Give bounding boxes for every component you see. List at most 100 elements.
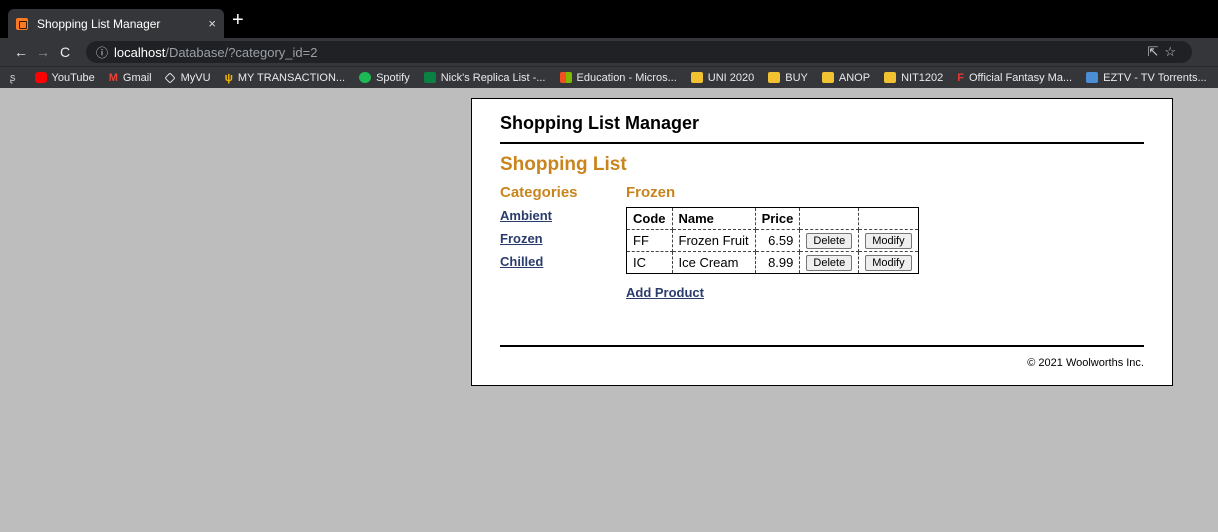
folder-icon <box>768 72 781 83</box>
category-item: Ambient <box>500 207 626 225</box>
category-list: Ambient Frozen Chilled <box>500 207 626 271</box>
bookmark-label: MyVU <box>180 71 211 84</box>
column-header-modify <box>858 207 919 230</box>
bookmark-label: Gmail <box>122 71 152 84</box>
forward-arrow-icon[interactable]: → <box>32 44 54 60</box>
bookmark-label: BUY <box>785 71 808 84</box>
spotify-icon <box>359 72 372 83</box>
modify-cell: Modify <box>859 252 918 274</box>
bookmark-item[interactable]: UNI 2020 <box>690 71 755 84</box>
table-header-row: Code Name Price <box>626 207 919 230</box>
site-info-icon[interactable]: ⓘ <box>96 44 108 61</box>
reload-icon[interactable]: C <box>54 44 76 60</box>
bookmark-label: Official Fantasy Ma... <box>969 71 1073 84</box>
bookmark-label: Nick's Replica List -... <box>440 71 546 84</box>
bookmark-item[interactable]: ANOP <box>821 71 871 84</box>
column-header-code: Code <box>626 207 673 230</box>
bookmark-item[interactable]: EZTV - TV Torrents... <box>1086 72 1207 84</box>
content-columns: Categories Ambient Frozen Chilled Frozen… <box>500 184 1144 302</box>
apps-icon: ʂ <box>10 71 16 84</box>
products-table: Code Name Price FF Frozen Fruit 6.59 Del… <box>626 207 919 274</box>
gmail-icon: M <box>108 71 118 84</box>
folder-icon <box>821 72 834 83</box>
current-category-heading: Frozen <box>626 184 676 201</box>
bookmark-item[interactable]: M Gmail <box>109 72 152 84</box>
product-price: 6.59 <box>755 229 801 252</box>
transaction-icon: ψ <box>224 71 233 84</box>
category-item: Chilled <box>500 253 626 271</box>
bookmark-item[interactable]: Nick's Replica List -... <box>423 71 546 84</box>
share-icon[interactable]: ⇱ <box>1147 44 1164 59</box>
column-header-name: Name <box>672 207 756 230</box>
folder-icon <box>884 72 897 83</box>
bookmark-label: Spotify <box>376 71 410 84</box>
eztv-icon <box>1086 72 1099 83</box>
site-footer: © 2021 Woolworths Inc. <box>500 345 1144 369</box>
tab-title: Shopping List Manager <box>37 16 161 31</box>
delete-cell: Delete <box>799 229 860 252</box>
bookmark-item[interactable]: ψ MY TRANSACTION... <box>225 72 345 84</box>
youtube-icon <box>34 72 47 83</box>
delete-button[interactable]: Delete <box>806 255 853 271</box>
product-name: Ice Cream <box>672 251 756 274</box>
browser-tab-bar: Shopping List Manager × + <box>0 0 1218 38</box>
bookmark-item[interactable]: YouTube <box>34 71 95 84</box>
page-container: Shopping List Manager Shopping List Cate… <box>471 98 1173 386</box>
bookmark-item[interactable]: NIT1202 <box>884 72 943 84</box>
bookmark-label: EZTV - TV Torrents... <box>1103 71 1207 84</box>
bookmark-label: YouTube <box>51 71 95 84</box>
back-arrow-icon[interactable]: ← <box>10 44 32 60</box>
bookmark-label: MY TRANSACTION... <box>237 71 346 84</box>
products-section: Frozen Code Name Price FF Frozen Fruit 6… <box>626 184 919 302</box>
sheets-icon <box>423 72 436 83</box>
add-product-link[interactable]: Add Product <box>626 285 704 300</box>
column-header-delete <box>799 207 860 230</box>
xampp-favicon-icon <box>16 17 28 30</box>
bookmark-item[interactable]: MyVU <box>163 71 211 84</box>
omnibox-actions: ⇱☆ <box>1147 44 1182 60</box>
bookmark-label: UNI 2020 <box>707 71 755 84</box>
browser-toolbar: ← → C ⓘ localhost /Database/?category_id… <box>0 38 1218 66</box>
category-link-chilled[interactable]: Chilled <box>500 254 543 269</box>
table-row: FF Frozen Fruit 6.59 Delete Modify <box>626 229 919 252</box>
product-price: 8.99 <box>755 251 801 274</box>
browser-tab[interactable]: Shopping List Manager × <box>8 9 224 38</box>
bookmarks-bar: ʂ YouTube M Gmail MyVU ψ MY TRANSACTION...… <box>0 66 1218 88</box>
category-link-frozen[interactable]: Frozen <box>500 231 543 246</box>
category-link-ambient[interactable]: Ambient <box>500 208 552 223</box>
categories-aside: Categories Ambient Frozen Chilled <box>500 184 626 302</box>
delete-button[interactable]: Delete <box>806 233 853 249</box>
bookmark-item[interactable]: Spotify <box>359 72 410 84</box>
bookmark-item[interactable]: Education - Micros... <box>559 71 677 84</box>
site-header: Shopping List Manager <box>500 99 1144 144</box>
product-name: Frozen Fruit <box>672 229 756 252</box>
page-heading: Shopping List <box>500 154 627 175</box>
modify-button[interactable]: Modify <box>865 233 912 249</box>
bookmark-label: Education - Micros... <box>576 71 677 84</box>
new-tab-icon[interactable]: + <box>232 10 244 30</box>
bookmark-item[interactable]: F Official Fantasy Ma... <box>957 72 1072 84</box>
product-code: FF <box>626 229 673 252</box>
microsoft-icon <box>559 72 572 83</box>
table-row: IC Ice Cream 8.99 Delete Modify <box>626 251 919 274</box>
myvu-icon <box>163 71 176 84</box>
folder-icon <box>690 72 703 83</box>
modify-cell: Modify <box>858 229 919 252</box>
categories-heading: Categories <box>500 184 578 201</box>
bookmark-label: ANOP <box>838 71 871 84</box>
delete-cell: Delete <box>799 251 860 274</box>
product-code: IC <box>626 251 673 274</box>
tab-close-icon[interactable]: × <box>208 16 216 31</box>
address-bar[interactable]: ⓘ localhost /Database/?category_id=2 ⇱☆ <box>86 41 1192 63</box>
bookmark-item[interactable]: BUY <box>768 72 808 84</box>
fantasy-icon: F <box>957 71 964 84</box>
page-viewport: Shopping List Manager Shopping List Cate… <box>0 88 1218 512</box>
url-path: /Database/?category_id=2 <box>165 44 318 60</box>
bookmark-label: NIT1202 <box>901 71 944 84</box>
bookmark-star-icon[interactable]: ☆ <box>1164 44 1182 59</box>
bookmark-apps[interactable]: ʂ <box>10 72 21 84</box>
column-header-price: Price <box>755 207 801 230</box>
modify-button[interactable]: Modify <box>865 255 912 271</box>
category-item: Frozen <box>500 230 626 248</box>
main-content: Shopping List Categories Ambient Frozen … <box>500 144 1144 302</box>
